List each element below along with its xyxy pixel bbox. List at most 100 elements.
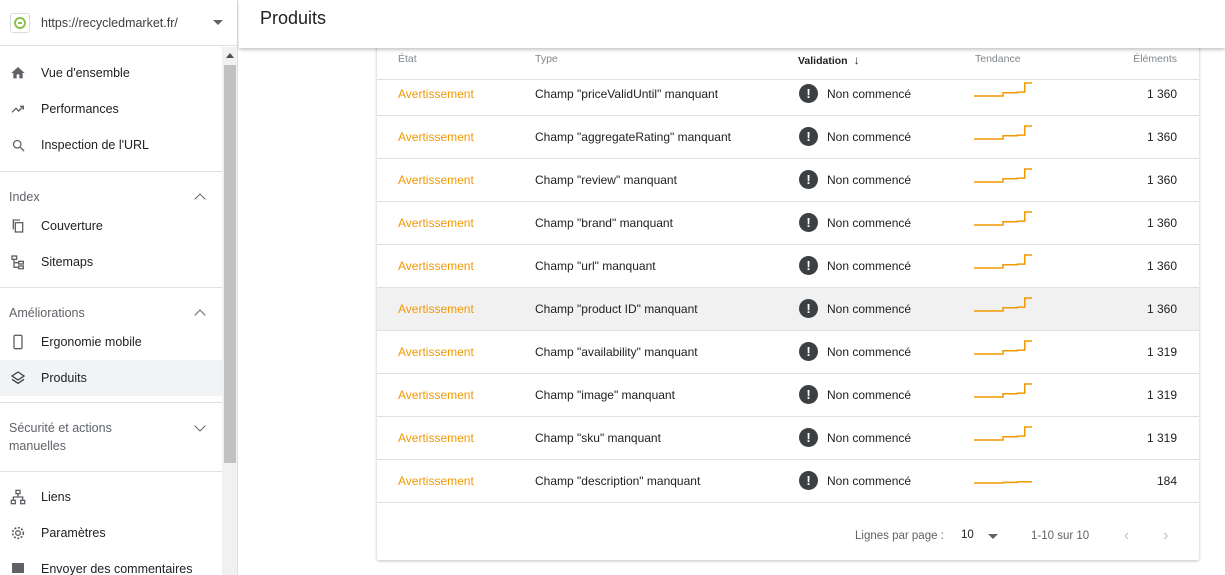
alert-icon: !	[799, 170, 818, 189]
rows-per-page-value: 10	[961, 529, 974, 541]
row-validation: ! Non commencé	[799, 342, 911, 361]
nav-label: Paramètres	[41, 526, 106, 540]
row-type: Champ "brand" manquant	[535, 216, 673, 230]
alert-icon: !	[799, 299, 818, 318]
row-validation-label: Non commencé	[827, 430, 912, 445]
site-favicon-icon	[10, 12, 30, 33]
row-state: Avertissement	[398, 302, 474, 316]
feedback-icon	[9, 560, 27, 575]
row-count: 1 360	[1146, 130, 1177, 144]
scroll-up-icon[interactable]	[226, 53, 234, 58]
chevron-down-icon	[194, 420, 206, 432]
nav-label: Envoyer des commentaires	[41, 562, 193, 575]
alert-icon: !	[799, 471, 818, 490]
alert-icon: !	[799, 428, 818, 447]
table-row[interactable]: Avertissement Champ "product ID" manquant…	[377, 288, 1199, 331]
sidebar: https://recycledmarket.fr/ Vue d'ensembl…	[0, 0, 238, 575]
row-count: 184	[1156, 474, 1177, 488]
row-state: Avertissement	[398, 388, 474, 402]
copy-icon	[9, 217, 27, 235]
pagination: Lignes par page : 10 1-10 sur 10 ‹ ›	[377, 509, 1199, 560]
row-type: Champ "description" manquant	[535, 474, 701, 488]
column-state[interactable]: État	[398, 53, 417, 65]
row-trend-sparkline	[974, 167, 1032, 186]
main-content: État Type Validation ↓ Tendance Éléments …	[239, 40, 1225, 575]
column-trend[interactable]: Tendance	[975, 53, 1021, 65]
row-state: Avertissement	[398, 216, 474, 230]
nav-item-url-inspection[interactable]: Inspection de l'URL	[0, 127, 222, 163]
table-row[interactable]: Avertissement Champ "description" manquan…	[377, 460, 1199, 503]
row-trend-sparkline	[974, 425, 1032, 444]
nav-item-settings[interactable]: Paramètres	[0, 515, 222, 551]
issues-table-card: État Type Validation ↓ Tendance Éléments …	[377, 40, 1199, 560]
next-page-icon[interactable]: ›	[1163, 527, 1168, 545]
table-row[interactable]: Avertissement Champ "availability" manqua…	[377, 331, 1199, 374]
alert-icon: !	[799, 342, 818, 361]
nav-label: Produits	[41, 371, 87, 385]
row-trend-sparkline	[974, 81, 1032, 100]
row-validation: ! Non commencé	[799, 428, 911, 447]
row-count: 1 360	[1146, 216, 1177, 230]
row-count: 1 360	[1146, 259, 1177, 273]
search-icon	[9, 136, 27, 154]
table-row[interactable]: Avertissement Champ "image" manquant! Non …	[377, 374, 1199, 417]
phone-icon	[9, 333, 27, 351]
sitemap-icon	[9, 253, 27, 271]
nav-label: Sitemaps	[41, 255, 94, 269]
section-security[interactable]: Sécurité et actions manuelles	[0, 403, 222, 471]
row-count: 1 319	[1146, 431, 1177, 445]
row-type: Champ "review" manquant	[535, 173, 677, 187]
column-type[interactable]: Type	[535, 53, 558, 65]
row-validation-label: Non commencé	[827, 86, 912, 101]
row-state: Avertissement	[398, 259, 474, 273]
row-trend-sparkline	[974, 339, 1032, 358]
row-type: Champ "image" manquant	[535, 388, 675, 402]
table-row[interactable]: Avertissement Champ "url" manquant! Non co…	[377, 245, 1199, 288]
table-row[interactable]: Avertissement Champ "review" manquant! Non…	[377, 159, 1199, 202]
section-title: Index	[9, 190, 40, 204]
row-trend-sparkline	[974, 382, 1032, 401]
nav-item-feedback[interactable]: Envoyer des commentaires	[0, 551, 222, 575]
row-validation-label: Non commencé	[827, 258, 912, 273]
rows-per-page-select[interactable]: 10	[961, 529, 998, 541]
dropdown-arrow-icon	[987, 533, 998, 539]
nav-item-performance[interactable]: Performances	[0, 91, 222, 127]
row-type: Champ "priceValidUntil" manquant	[535, 87, 719, 101]
table-row[interactable]: Avertissement Champ "sku" manquant! Non co…	[377, 417, 1199, 460]
nav-item-products[interactable]: Produits	[0, 360, 222, 396]
previous-page-icon[interactable]: ‹	[1124, 527, 1129, 545]
scrollbar-thumb[interactable]	[224, 65, 236, 463]
row-state: Avertissement	[398, 431, 474, 445]
row-type: Champ "product ID" manquant	[535, 302, 698, 316]
row-trend-sparkline	[974, 210, 1032, 229]
column-validation[interactable]: Validation ↓	[798, 53, 860, 67]
layers-icon	[9, 369, 27, 387]
row-state: Avertissement	[398, 474, 474, 488]
row-count: 1 360	[1146, 173, 1177, 187]
row-type: Champ "availability" manquant	[535, 345, 698, 359]
row-validation: ! Non commencé	[799, 84, 911, 103]
chevron-up-icon	[194, 309, 206, 321]
chevron-down-icon	[213, 20, 223, 25]
row-trend-sparkline	[974, 296, 1032, 315]
nav-item-links[interactable]: Liens	[0, 479, 222, 515]
property-selector[interactable]: https://recycledmarket.fr/	[0, 0, 237, 46]
table-row[interactable]: Avertissement Champ "priceValidUntil" man…	[377, 73, 1199, 116]
table-row[interactable]: Avertissement Champ "aggregateRating" man…	[377, 116, 1199, 159]
column-count[interactable]: Éléments	[1133, 53, 1177, 65]
row-validation-label: Non commencé	[827, 387, 912, 402]
table-row[interactable]: Avertissement Champ "brand" manquant! Non …	[377, 202, 1199, 245]
page-range: 1-10 sur 10	[1031, 530, 1090, 542]
sidebar-scrollbar[interactable]	[222, 47, 237, 575]
nav-item-sitemaps[interactable]: Sitemaps	[0, 244, 222, 280]
nav-item-mobile-usability[interactable]: Ergonomie mobile	[0, 324, 222, 360]
row-validation-label: Non commencé	[827, 172, 912, 187]
row-validation-label: Non commencé	[827, 301, 912, 316]
nav-item-overview[interactable]: Vue d'ensemble	[0, 55, 222, 91]
row-trend-sparkline	[974, 253, 1032, 272]
row-validation: ! Non commencé	[799, 256, 911, 275]
row-validation-label: Non commencé	[827, 344, 912, 359]
nav-item-coverage[interactable]: Couverture	[0, 208, 222, 244]
home-icon	[9, 64, 27, 82]
row-validation-label: Non commencé	[827, 215, 912, 230]
